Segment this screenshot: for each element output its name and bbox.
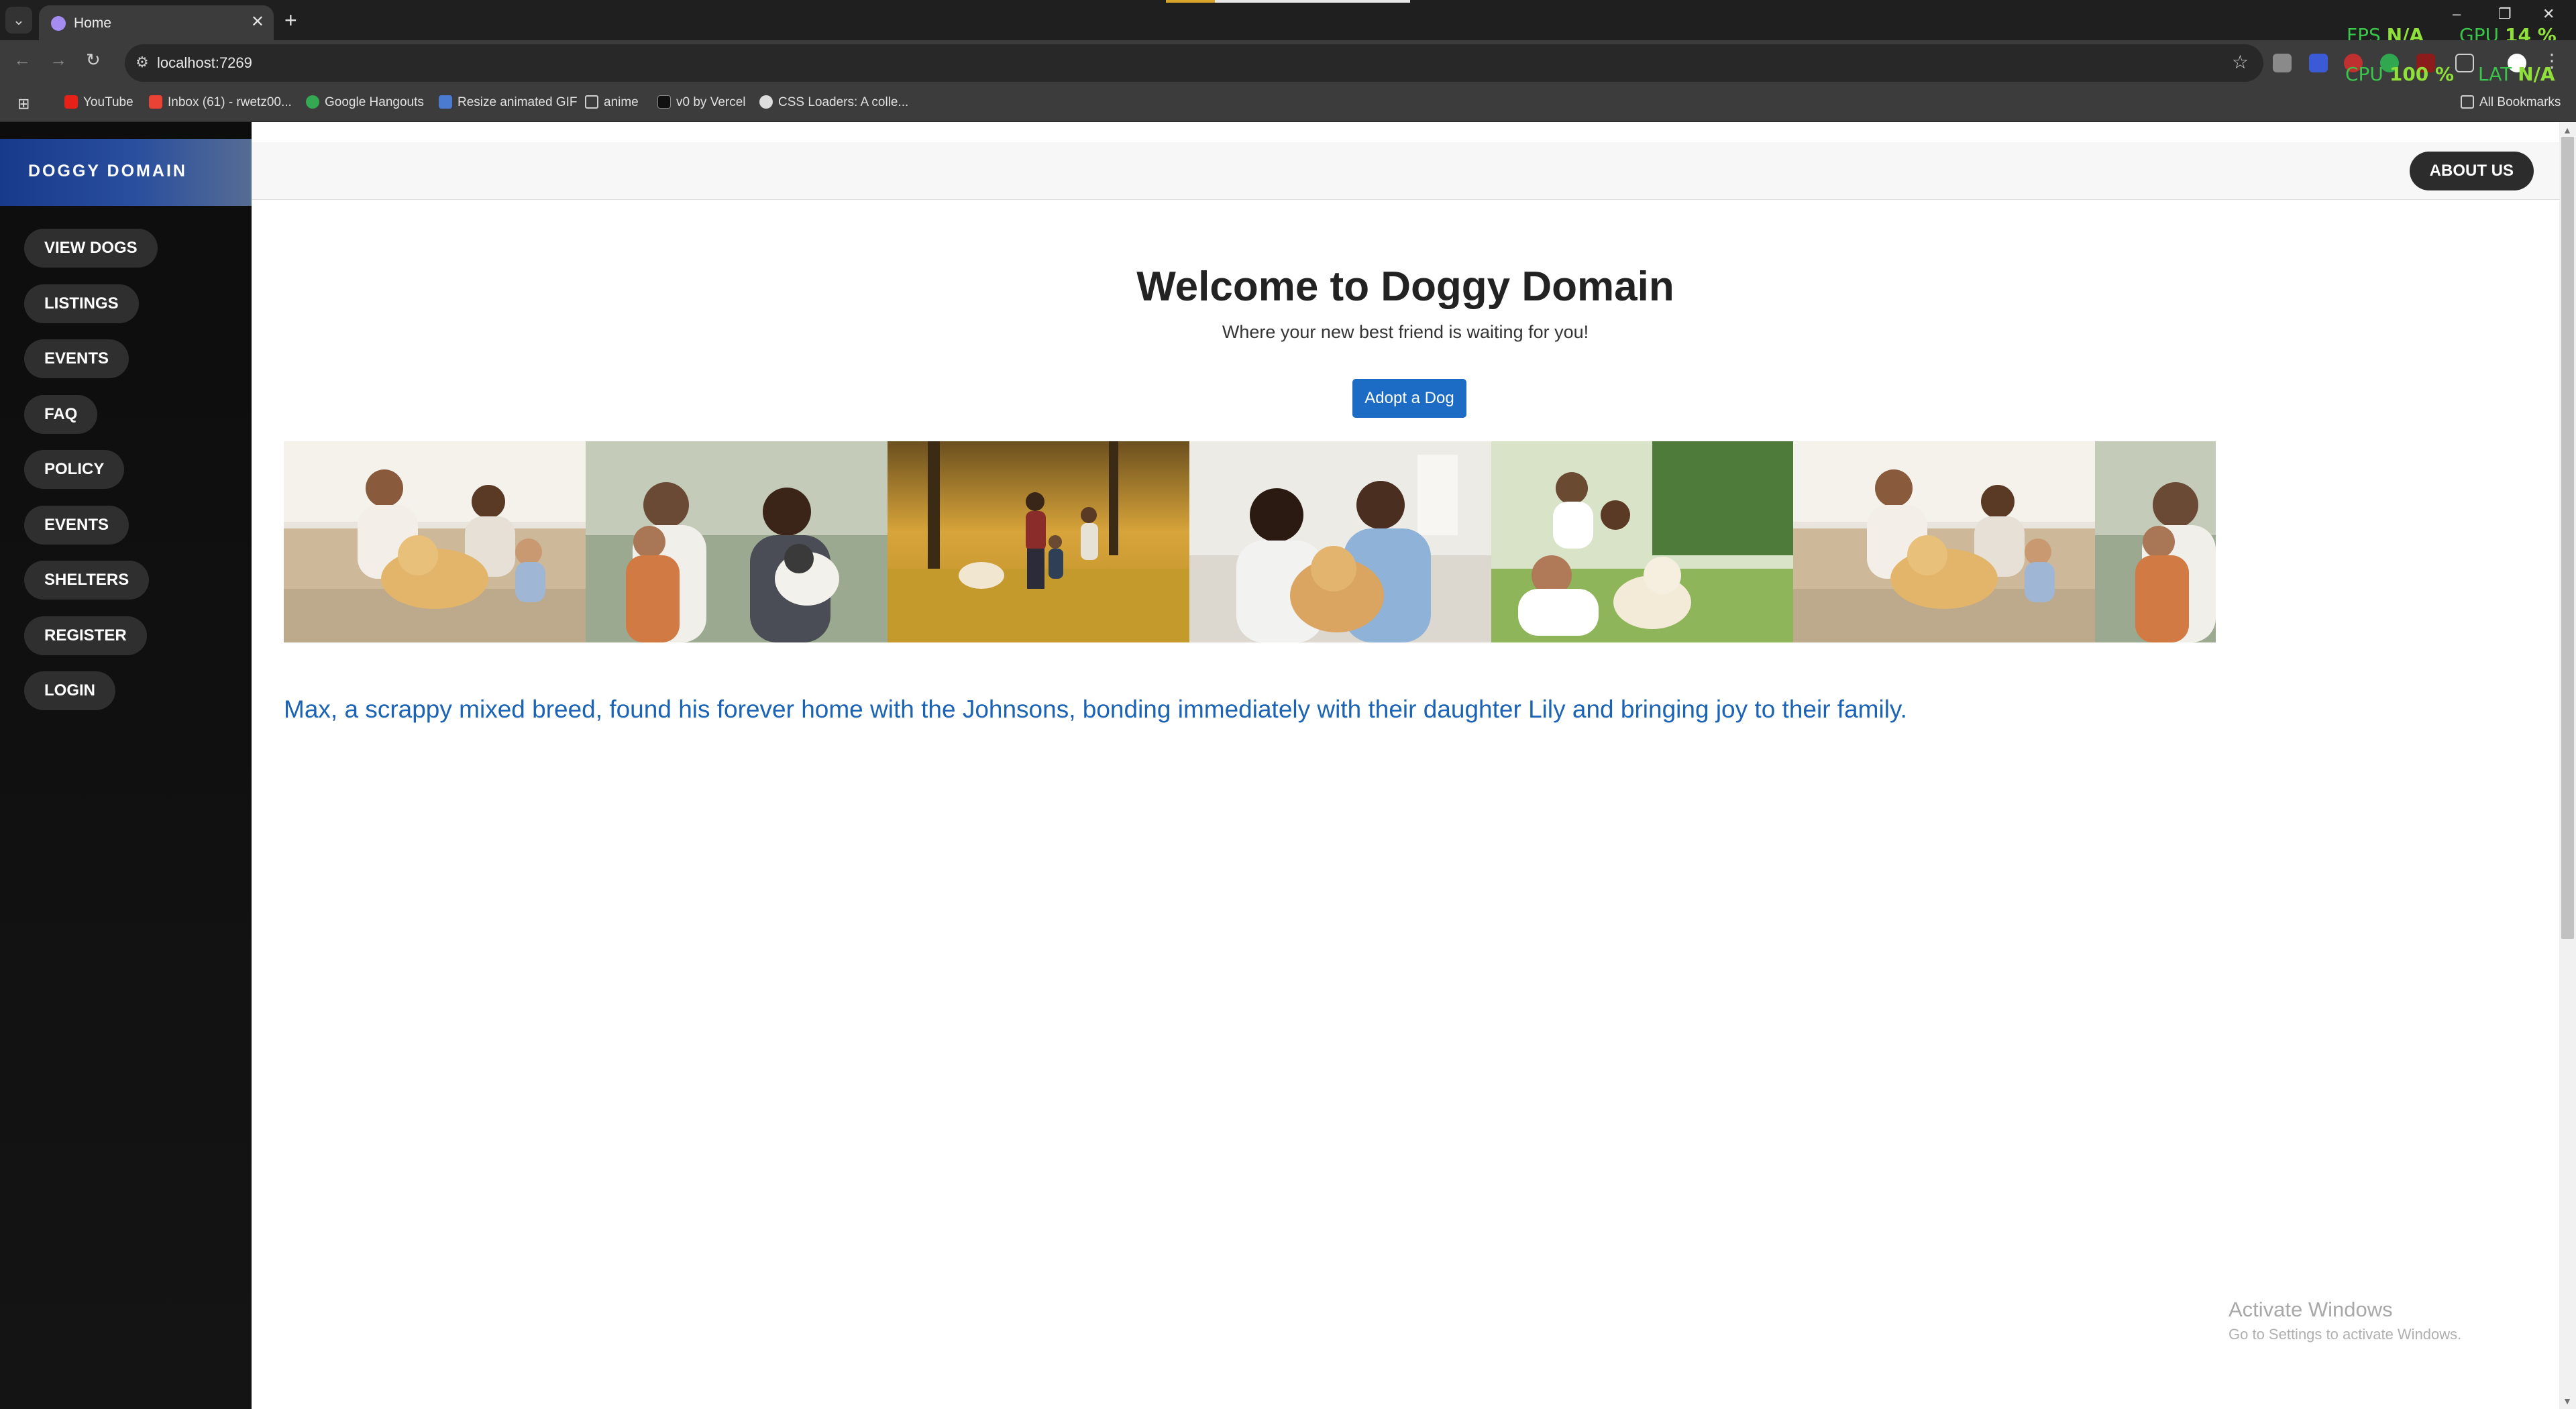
url-text: localhost:7269 xyxy=(157,54,252,71)
bookmark-label: YouTube xyxy=(83,95,133,109)
window-title-accent xyxy=(1166,0,1410,3)
bookmark-label: Resize animated GIF xyxy=(458,95,578,109)
nav-register[interactable]: REGISTER xyxy=(24,616,147,655)
bookmark-youtube[interactable]: YouTube xyxy=(64,95,133,110)
bookmark-hangouts[interactable]: Google Hangouts xyxy=(306,95,424,110)
restore-icon[interactable]: ❐ xyxy=(2498,5,2512,23)
lat-value: N/A xyxy=(2518,63,2555,85)
bookmarks-bar: ⊞ YouTube Inbox (61) - rwetz00... Google… xyxy=(0,86,2576,122)
bookmark-label: anime xyxy=(604,95,639,109)
apps-grid-icon[interactable]: ⊞ xyxy=(17,95,30,113)
tab-search-button[interactable]: ⌄ xyxy=(5,7,32,34)
nav-login[interactable]: LOGIN xyxy=(24,671,115,710)
tab-close-icon[interactable]: ✕ xyxy=(251,12,264,32)
bookmark-label: Inbox (61) - rwetz00... xyxy=(168,95,292,109)
forward-icon[interactable]: → xyxy=(50,50,67,70)
tab-title: Home xyxy=(74,15,112,31)
nav-shelters[interactable]: SHELTERS xyxy=(24,561,150,600)
activate-windows-subtitle: Go to Settings to activate Windows. xyxy=(2229,1326,2462,1343)
extension-icon[interactable] xyxy=(2273,54,2292,72)
bookmark-inbox[interactable]: Inbox (61) - rwetz00... xyxy=(149,95,292,110)
youtube-icon xyxy=(64,95,78,109)
css-loaders-icon xyxy=(759,95,773,109)
nav-events[interactable]: EVENTS xyxy=(24,339,129,378)
folder-icon xyxy=(2461,95,2474,109)
ezgif-icon xyxy=(439,95,452,109)
gallery-photo xyxy=(284,441,586,642)
gmail-icon xyxy=(149,95,162,109)
adopt-dog-button[interactable]: Adopt a Dog xyxy=(1352,379,1466,418)
all-bookmarks[interactable]: All Bookmarks xyxy=(2461,95,2561,110)
bookmark-label: CSS Loaders: A colle... xyxy=(778,95,909,109)
reload-icon[interactable]: ↻ xyxy=(86,50,101,70)
page-subtitle: Where your new best friend is waiting fo… xyxy=(1222,322,1589,342)
new-tab-button[interactable]: + xyxy=(284,7,297,34)
gallery-photo xyxy=(586,441,888,642)
cpu-readout: CPU 100 % xyxy=(2345,63,2454,85)
page-title: Welcome to Doggy Domain xyxy=(1136,264,1674,310)
page-viewport: DOGGY DOMAIN VIEW DOGS LISTINGS EVENTS F… xyxy=(0,122,2576,1409)
nav-events-2[interactable]: EVENTS xyxy=(24,506,129,545)
hangouts-icon xyxy=(306,95,319,109)
photo-carousel[interactable] xyxy=(284,441,2216,642)
tab-strip: ⌄ Home ✕ + – ❐ ✕ xyxy=(0,0,2576,40)
browser-toolbar: ← → ↻ ⚙ localhost:7269 ☆ ⋮ xyxy=(0,40,2576,86)
close-window-icon[interactable]: ✕ xyxy=(2542,5,2555,23)
nav-policy[interactable]: POLICY xyxy=(24,450,125,489)
folder-icon xyxy=(585,95,598,109)
tab-favicon-icon xyxy=(51,16,66,31)
bookmark-v0[interactable]: v0 by Vercel xyxy=(657,95,746,110)
v0-icon xyxy=(657,95,671,109)
bookmark-star-icon[interactable]: ☆ xyxy=(2232,51,2249,73)
nav-view-dogs[interactable]: VIEW DOGS xyxy=(24,229,158,268)
page-scrollbar[interactable]: ▲ ▼ xyxy=(2559,122,2576,1409)
bookmark-resize-gif[interactable]: Resize animated GIF xyxy=(439,95,577,110)
bookmark-css-loaders[interactable]: CSS Loaders: A colle... xyxy=(759,95,908,110)
activate-windows-title: Activate Windows xyxy=(2229,1298,2393,1321)
gallery-photo xyxy=(888,441,1189,642)
site-info-icon[interactable]: ⚙ xyxy=(136,54,149,71)
top-nav-bar: ABOUT US xyxy=(252,142,2559,200)
gallery-photo xyxy=(1793,441,2095,642)
brand-title: DOGGY DOMAIN xyxy=(28,162,187,180)
tab-home[interactable]: Home ✕ xyxy=(39,5,274,40)
scroll-up-icon[interactable]: ▲ xyxy=(2563,125,2572,135)
lat-label: LAT xyxy=(2478,63,2512,85)
nav-faq[interactable]: FAQ xyxy=(24,395,98,434)
adoption-story: Max, a scrappy mixed breed, found his fo… xyxy=(284,695,1907,723)
bookmark-label: Google Hangouts xyxy=(325,95,424,109)
brand-header[interactable]: DOGGY DOMAIN xyxy=(0,139,252,206)
bookmark-folder-anime[interactable]: anime xyxy=(585,95,639,110)
minimize-icon[interactable]: – xyxy=(2453,5,2461,23)
about-us-button[interactable]: ABOUT US xyxy=(2409,152,2534,190)
scrollbar-thumb[interactable] xyxy=(2561,137,2574,939)
gallery-photo xyxy=(2095,441,2216,642)
lat-readout: LAT N/A xyxy=(2478,63,2555,85)
cpu-value: 100 % xyxy=(2389,63,2455,85)
all-bookmarks-label: All Bookmarks xyxy=(2479,95,2561,109)
nav-listings[interactable]: LISTINGS xyxy=(24,284,139,323)
extensions-puzzle-icon[interactable] xyxy=(2455,54,2474,72)
scroll-down-icon[interactable]: ▼ xyxy=(2563,1396,2572,1406)
gallery-photo xyxy=(1491,441,1793,642)
cpu-label: CPU xyxy=(2345,63,2383,85)
back-icon[interactable]: ← xyxy=(13,50,31,70)
sidebar: DOGGY DOMAIN VIEW DOGS LISTINGS EVENTS F… xyxy=(0,122,252,1409)
address-bar[interactable]: ⚙ localhost:7269 ☆ xyxy=(125,44,2263,82)
bookmark-label: v0 by Vercel xyxy=(676,95,746,109)
extension-icon[interactable] xyxy=(2309,54,2328,72)
gallery-photo xyxy=(1189,441,1491,642)
